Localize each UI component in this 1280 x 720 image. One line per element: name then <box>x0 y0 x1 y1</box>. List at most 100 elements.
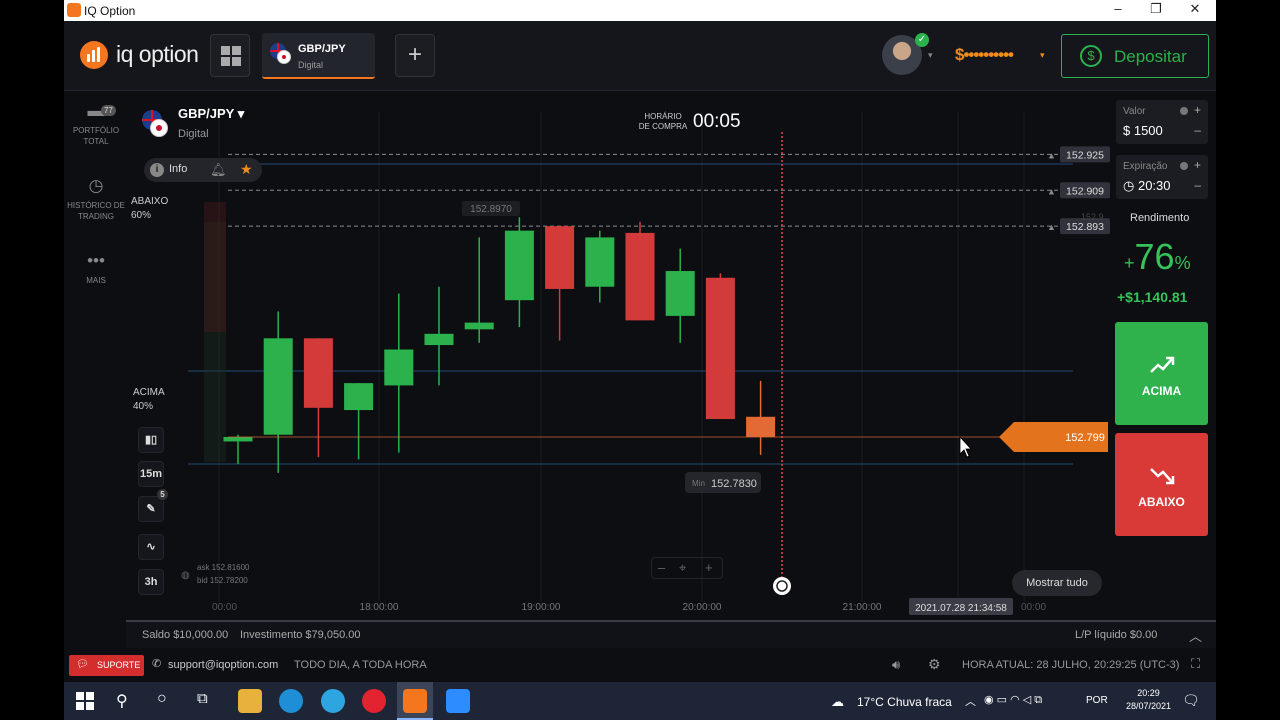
expiry-plus-button[interactable]: + <box>1194 158 1201 172</box>
amount-value[interactable]: $ 1500 <box>1123 123 1163 138</box>
wave-icon: ∿ <box>146 541 156 553</box>
show-all-button[interactable]: Mostrar tudo <box>1012 570 1102 596</box>
candle-body <box>223 436 253 442</box>
candle-body <box>504 230 534 301</box>
deposit-button[interactable]: $ Depositar <box>1061 34 1209 78</box>
asset-tab-gbpjpy[interactable]: GBP/JPY Digital <box>262 33 375 79</box>
windows-start-icon[interactable] <box>76 692 94 710</box>
drawing-tools-button[interactable]: ✎ 5 <box>138 489 168 522</box>
sound-icon[interactable]: 🔊︎ <box>892 657 900 673</box>
notifications-icon[interactable]: 🗨︎ <box>1182 692 1200 709</box>
edge-icon[interactable] <box>279 689 303 713</box>
cortana-icon[interactable]: ○ <box>157 690 167 708</box>
close-button[interactable]: ✕ <box>1180 1 1210 19</box>
settings-icon[interactable]: ⚙ <box>928 656 941 673</box>
sidebar-item-portfolio[interactable]: ▬ 77 PORTFÓLIO TOTAL <box>64 100 128 147</box>
zoom-in-button[interactable]: + <box>705 560 713 575</box>
add-asset-button[interactable]: + <box>395 34 435 77</box>
center-icon[interactable]: ⌖ <box>679 560 686 576</box>
sidebar-item-more[interactable]: ••• MAIS <box>64 250 128 286</box>
x-tick-label: 19:00:00 <box>522 602 561 613</box>
price-chart[interactable]: 18:00:00 19:00:00 20:00:00 21:00:00 00:00 00:… <box>128 92 1114 620</box>
balance-chevron-icon[interactable]: ▾ <box>1040 50 1045 61</box>
candle-body <box>464 322 494 330</box>
bell-icon: ▲ <box>1047 150 1056 160</box>
taskbar-iqoption-active[interactable] <box>397 682 433 720</box>
zoom-app-icon[interactable] <box>446 689 470 713</box>
clock-icon: ◷ <box>1123 178 1135 193</box>
tray-chevron-icon[interactable]: ︿ <box>965 693 976 709</box>
verified-icon: ✓ <box>915 33 929 47</box>
expiry-field[interactable]: Expiração ◷ 20:30 + – <box>1116 155 1208 199</box>
candle-body <box>585 237 615 287</box>
file-explorer-icon[interactable] <box>238 689 262 713</box>
info-icon: ◍ <box>181 570 190 581</box>
chart-type-button[interactable]: ▮▯ <box>138 427 164 453</box>
chevron-up-icon[interactable]: ︿ <box>1189 626 1202 645</box>
expiry-minus-button[interactable]: – <box>1194 178 1201 192</box>
chart-asset-title[interactable]: GBP/JPY ▾ <box>178 106 244 122</box>
period-button[interactable]: 3h <box>138 569 164 595</box>
sentiment-above: ACIMA 40% <box>133 387 165 412</box>
help-icon <box>1180 107 1188 115</box>
search-icon[interactable]: ⚲ <box>116 691 128 711</box>
mouse-cursor-icon <box>959 435 972 458</box>
zoom-out-button[interactable]: – <box>658 560 665 575</box>
tray-icons[interactable]: ◉ ▭ ◠ ◁ ⧉ <box>984 693 1042 707</box>
bell-icon: ▲ <box>1047 222 1056 232</box>
sidebar-item-history[interactable]: ◷ HISTÓRICO DE TRADING <box>64 175 128 222</box>
weather-text[interactable]: 17°C Chuva fraca <box>857 695 952 709</box>
stopwatch-icon <box>773 577 791 595</box>
x-tick-label: 18:00:00 <box>360 602 399 613</box>
expiry-label: Expiração <box>1123 161 1168 172</box>
sentiment-below: ABAIXO 60% <box>131 196 169 221</box>
maximize-button[interactable]: ❐ <box>1141 1 1171 19</box>
x-tick-label: 00:00 <box>212 602 237 613</box>
support-bar: 💬︎ SUPORTE ✆ support@iqoption.com TODO D… <box>64 648 1216 682</box>
support-button[interactable]: 💬︎ SUPORTE <box>69 655 144 676</box>
window-titlebar: IQ Option – ❐ ✕ <box>64 0 1216 21</box>
strike-label: 152.893 <box>1066 221 1104 233</box>
amount-plus-button[interactable]: + <box>1194 103 1201 117</box>
support-email-link[interactable]: support@iqoption.com <box>168 659 278 671</box>
language-indicator[interactable]: POR <box>1086 695 1108 706</box>
amount-label: Valor <box>1123 106 1146 117</box>
media-player-icon[interactable] <box>362 689 386 713</box>
window-title: IQ Option <box>84 4 136 18</box>
sidebar-item-label: PORTFÓLIO TOTAL <box>72 126 120 146</box>
bell-icon[interactable]: 🔔︎ <box>210 162 227 178</box>
balance-display[interactable]: $•••••••••• <box>955 45 1014 65</box>
investment-summary: Investimento $79,050.00 <box>240 629 361 641</box>
taskbar-clock[interactable]: 20:29 28/07/2021 <box>1126 687 1171 713</box>
call-up-button[interactable]: ACIMA <box>1115 322 1208 425</box>
amount-field[interactable]: Valor $ 1500 + – <box>1116 100 1208 144</box>
max-price-label: 152.8970 <box>470 204 512 215</box>
put-down-button[interactable]: ABAIXO <box>1115 433 1208 536</box>
more-icon: ••• <box>87 251 105 270</box>
chevron-down-icon[interactable]: ▾ <box>928 50 933 61</box>
net-pl-summary: L/P líquido $0.00 <box>1075 629 1158 641</box>
chart-asset-type: Digital <box>178 128 209 140</box>
grid-menu-button[interactable] <box>210 34 250 77</box>
phone-icon: ✆ <box>152 658 162 670</box>
task-view-icon[interactable]: ⧉ <box>197 690 208 707</box>
minimize-button[interactable]: – <box>1103 1 1133 19</box>
timeframe-button[interactable]: 15m <box>138 461 164 487</box>
candle-body <box>625 232 655 321</box>
amount-minus-button[interactable]: – <box>1194 123 1201 137</box>
expiry-value[interactable]: ◷ 20:30 <box>1123 178 1171 194</box>
telegram-icon[interactable] <box>321 689 345 713</box>
trend-up-icon <box>1150 356 1175 373</box>
chart-canvas[interactable]: 18:00:00 19:00:00 20:00:00 21:00:00 00:00 00:… <box>128 92 1114 620</box>
pencil-icon: ✎ <box>146 503 156 515</box>
weather-icon: ☁ <box>831 694 844 709</box>
fullscreen-icon[interactable]: ⛶ <box>1191 656 1200 672</box>
x-tick-label: 20:00:00 <box>683 602 722 613</box>
info-toolbar: i Info 🔔︎ ★ <box>144 158 262 182</box>
zoom-controls: – ⌖ + <box>651 557 723 579</box>
indicators-button[interactable]: ∿ <box>138 534 164 560</box>
info-button[interactable]: Info <box>169 163 187 175</box>
faded-price-label: 152.9 <box>1081 212 1104 222</box>
star-icon[interactable]: ★ <box>240 161 253 178</box>
app-logo-icon <box>67 3 81 17</box>
